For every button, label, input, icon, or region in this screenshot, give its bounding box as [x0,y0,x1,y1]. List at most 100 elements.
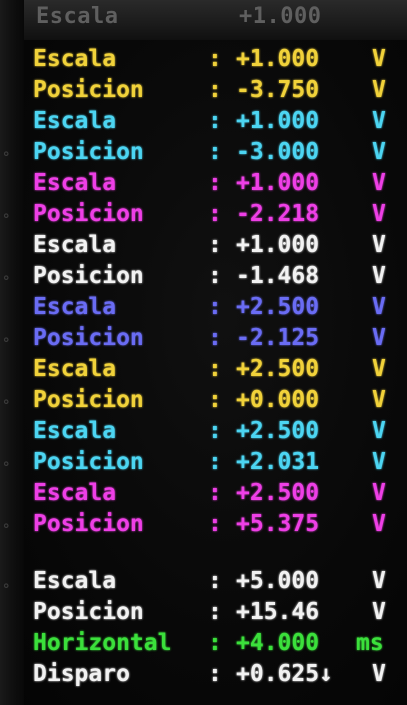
readout-unit: V [372,77,386,103]
readout-separator: : [208,325,222,351]
readout-separator: : [208,418,222,444]
readout-unit: V [372,139,386,165]
readout-unit: V [372,263,386,289]
readout-label: Posicion [33,511,144,537]
readout-value: +5.375 [236,511,320,537]
readout-unit: V [372,511,386,537]
readout-label: Escala [33,108,117,134]
readout-separator: : [208,139,222,165]
readout-value: -1.468 [236,263,320,289]
readout-label: Posicion [33,325,144,351]
top-cut-off-row: Escala +1.000 [24,0,407,40]
readout-label: Posicion [33,263,144,289]
readout-unit: V [372,170,386,196]
oscilloscope-screen: ° ° ° ° ° ° ° ° Escala +1.000 Escala: +1.… [0,0,407,705]
readout-value: +2.500 [236,356,320,382]
readout-label: Escala [33,480,117,506]
readout-separator: : [208,232,222,258]
ghost-value: +1.000 [239,4,322,29]
readout-row: Escala: +2.500 V [0,354,407,385]
readout-value: -3.750 [236,77,320,103]
readout-unit: V [372,599,386,625]
readout-unit: V [372,356,386,382]
readout-row: Escala: +1.000 V [0,168,407,199]
readout-label: Posicion [33,201,144,227]
readout-row: Disparo: +0.625↓ V [0,659,407,690]
readout-label: Disparo [33,661,130,687]
readout-value: +2.500 [236,294,320,320]
readout-separator: : [208,263,222,289]
readout-separator: : [208,201,222,227]
readout-value: -3.000 [236,139,320,165]
readout-separator: : [208,356,222,382]
readout-row: Posicion: -2.218 V [0,199,407,230]
readout-value: +2.031 [236,449,320,475]
readout-value: +1.000 [236,170,320,196]
readout-row: Posicion: +2.031 V [0,447,407,478]
readout-unit: V [372,387,386,413]
readout-unit: V [372,325,386,351]
readout-label: Escala [33,46,117,72]
readout-value: +1.000 [236,46,320,72]
readout-label: Escala [33,356,117,382]
readout-row: Escala: +2.500 V [0,416,407,447]
readout-unit: V [372,661,386,687]
readout-label: Horizontal [33,630,172,656]
readout-separator: : [208,661,222,687]
readout-row: Posicion: -3.750 V [0,75,407,106]
readout-value: +2.500 [236,418,320,444]
readout-separator: : [208,294,222,320]
readout-label: Posicion [33,599,144,625]
readout-value: -2.218 [236,201,320,227]
readout-unit: ms [356,630,384,656]
readout-value: +0.000 [236,387,320,413]
readout-unit: V [372,449,386,475]
readout-value: +4.000 [236,630,320,656]
readout-unit: V [372,294,386,320]
readout-unit: V [372,418,386,444]
readout-unit: V [372,480,386,506]
readout-value: +1.000 [236,232,320,258]
readout-label: Posicion [33,387,144,413]
readout-separator: : [208,170,222,196]
readout-separator: : [208,599,222,625]
readout-label: Posicion [33,139,144,165]
readout-value: +15.46 [236,599,320,625]
readout-row: Escala: +2.500 V [0,292,407,323]
readout-separator: : [208,511,222,537]
readout-row: Escala: +2.500 V [0,478,407,509]
readout-separator: : [208,480,222,506]
readout-value: +5.000 [236,568,320,594]
readout-row: Posicion: +15.46 V [0,597,407,628]
readout-separator: : [208,449,222,475]
readout-label: Escala [33,170,117,196]
readout-unit: V [372,568,386,594]
readout-label: Escala [33,418,117,444]
readout-unit: V [372,201,386,227]
readout-row: Posicion: -1.468 V [0,261,407,292]
readout-label: Posicion [33,77,144,103]
readout-separator: : [208,46,222,72]
readout-value: +1.000 [236,108,320,134]
readout-separator: : [208,108,222,134]
readout-separator: : [208,630,222,656]
ghost-label: Escala [36,4,119,29]
readout-row: Escala: +1.000 V [0,230,407,261]
readout-unit: V [372,232,386,258]
readout-value: +0.625↓ [236,661,333,687]
readout-separator: : [208,387,222,413]
readout-unit: V [372,46,386,72]
readout-row: Posicion: +0.000 V [0,385,407,416]
readout-label: Escala [33,232,117,258]
readout-row: Posicion: +5.375 V [0,509,407,540]
readout-row: Posicion: -3.000 V [0,137,407,168]
readout-separator: : [208,77,222,103]
readout-row: Escala: +1.000 V [0,44,407,75]
readout-value: -2.125 [236,325,320,351]
readout-separator: : [208,568,222,594]
readout-row: Escala: +5.000 V [0,566,407,597]
readout-label: Escala [33,568,117,594]
readout-row: Posicion: -2.125 V [0,323,407,354]
readout-label: Escala [33,294,117,320]
readout-row: Escala: +1.000 V [0,106,407,137]
